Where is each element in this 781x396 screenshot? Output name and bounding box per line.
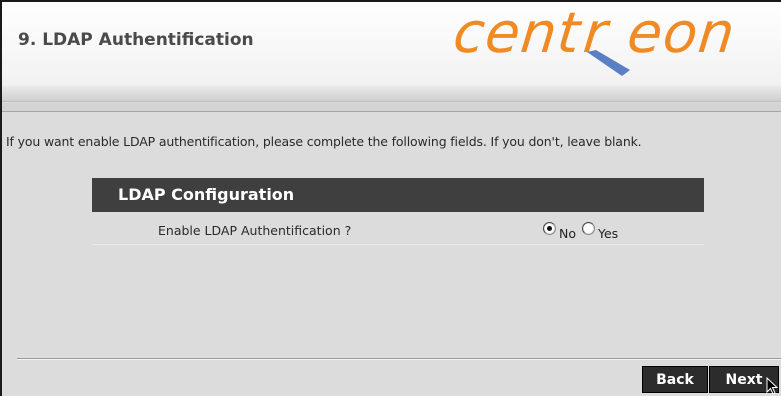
intro-text: If you want enable LDAP authentification… — [6, 134, 642, 149]
page-title: 9. LDAP Authentification — [18, 30, 254, 50]
radio-no-label: No — [559, 226, 576, 241]
svg-text:cent: cent — [454, 1, 585, 66]
back-button[interactable]: Back — [642, 366, 708, 393]
radio-no-button[interactable] — [543, 222, 556, 235]
radio-yes[interactable]: Yes — [582, 220, 624, 241]
footer-divider — [17, 358, 781, 360]
enable-ldap-label: Enable LDAP Authentification ? — [158, 223, 352, 238]
enable-ldap-radio-group: No Yes — [543, 220, 624, 241]
radio-yes-label: Yes — [598, 226, 619, 241]
centreon-logo: cent r eon — [454, 1, 738, 76]
radio-yes-button[interactable] — [582, 222, 595, 235]
mouse-cursor-icon — [766, 377, 779, 395]
svg-text:eon: eon — [624, 1, 738, 66]
radio-no[interactable]: No — [543, 220, 582, 241]
ldap-config-table: LDAP Configuration Enable LDAP Authentif… — [92, 178, 704, 245]
table-row: Enable LDAP Authentification ? No Yes — [92, 212, 704, 245]
header-separator — [2, 86, 781, 102]
header-separator-bar — [2, 103, 781, 112]
header: 9. LDAP Authentification cent r eon — [2, 1, 781, 86]
section-heading: LDAP Configuration — [92, 178, 704, 212]
